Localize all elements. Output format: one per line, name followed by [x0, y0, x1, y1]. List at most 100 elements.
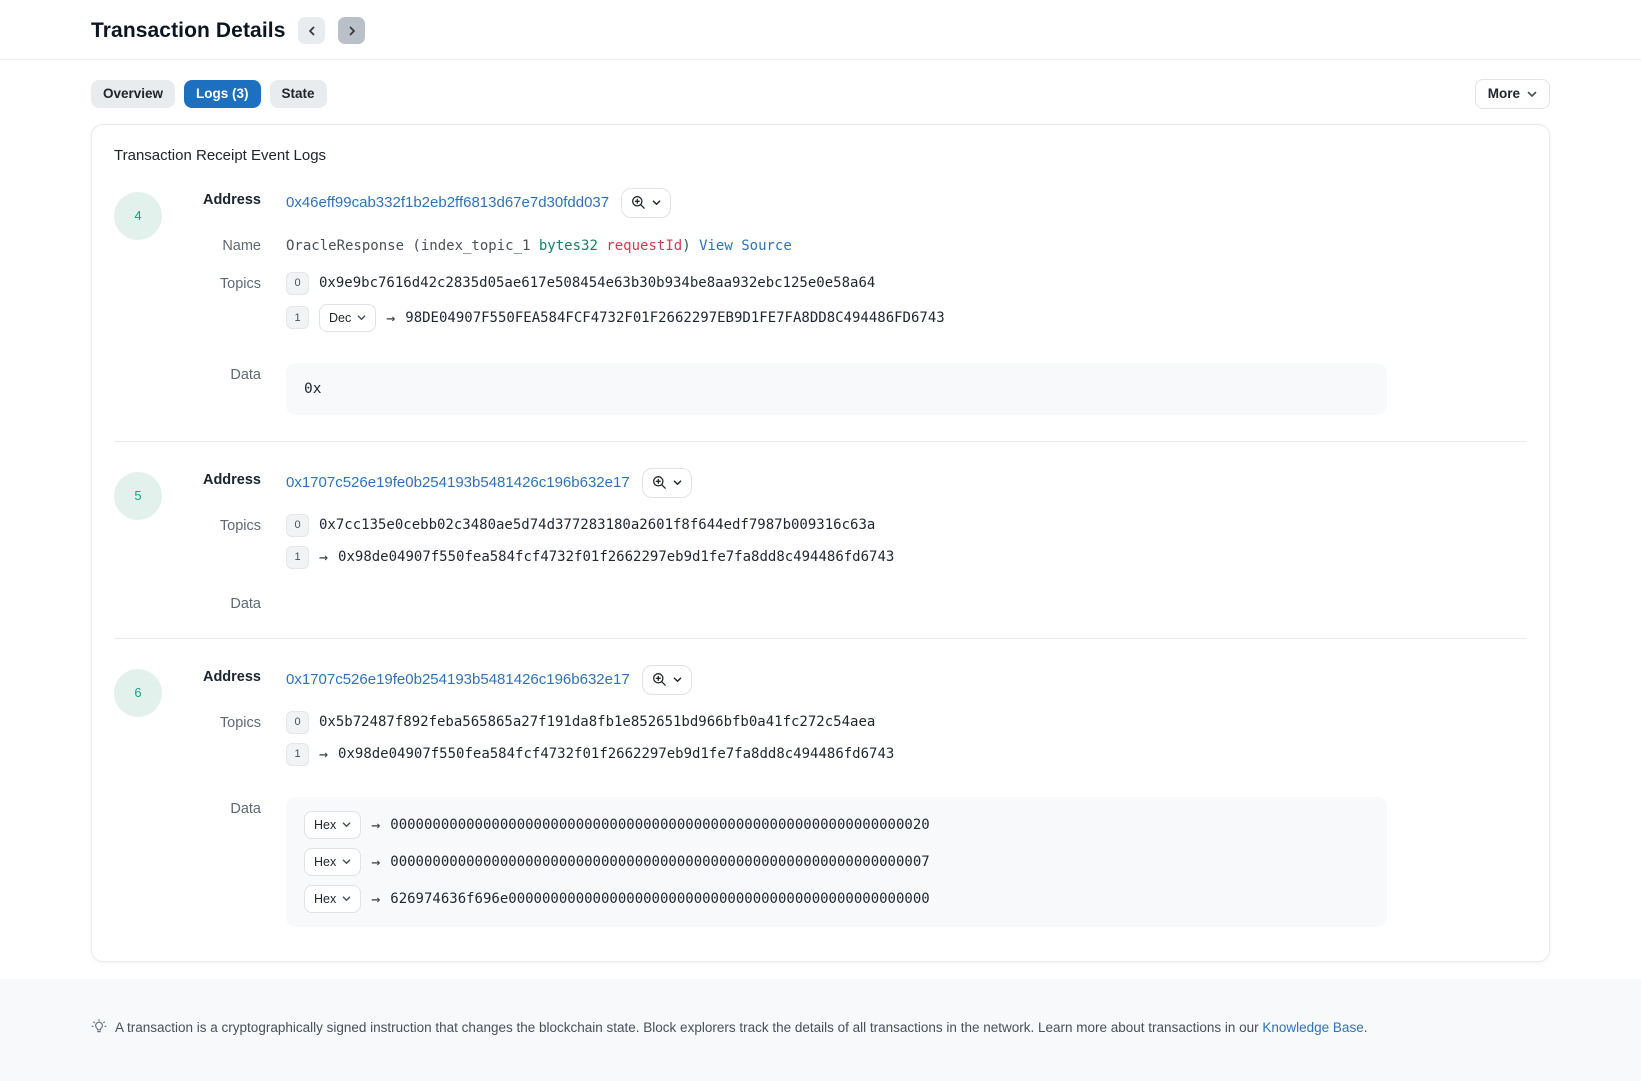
log-data-box: 0x	[286, 363, 1387, 415]
tab-logs[interactable]: Logs (3)	[184, 80, 261, 108]
address-zoom-button[interactable]	[642, 468, 692, 498]
topic-index-badge: 0	[286, 711, 309, 734]
topic-value: 0x98de04907f550fea584fcf4732f01f2662297e…	[338, 746, 894, 762]
view-source-link[interactable]: View Source	[699, 238, 792, 254]
topic-index-badge: 0	[286, 272, 309, 295]
topics-label: Topics	[180, 514, 261, 534]
data-word-row: Hex → 0000000000000000000000000000000000…	[304, 848, 1369, 876]
data-label: Data	[180, 592, 261, 612]
data-word-value: 626974636f696e00000000000000000000000000…	[390, 891, 929, 907]
arrow-right-icon: →	[319, 745, 328, 763]
log-index-badge: 6	[114, 669, 162, 717]
address-zoom-button[interactable]	[642, 665, 692, 695]
data-format-value: Hex	[314, 892, 336, 906]
data-word-row: Hex → 0000000000000000000000000000000000…	[304, 811, 1369, 839]
log-divider	[114, 441, 1527, 442]
tip-text-period: .	[1364, 1020, 1368, 1035]
log-entry-4: 4 Address 0x46eff99cab332f1b2eb2ff6813d6…	[114, 188, 1527, 415]
topic-row: 0 0x9e9bc7616d42c2835d05ae617e508454e63b…	[286, 272, 1527, 295]
event-signature-close: )	[682, 238, 690, 254]
topic-index-badge: 1	[286, 743, 309, 766]
log-index-badge: 5	[114, 472, 162, 520]
page-header: Transaction Details	[91, 0, 1550, 59]
data-format-value: Hex	[314, 855, 336, 869]
event-signature: OracleResponse (index_topic_1	[286, 238, 539, 254]
topic-row: 0 0x7cc135e0cebb02c3480ae5d74d377283180a…	[286, 514, 1527, 537]
magnifier-plus-icon	[631, 195, 646, 210]
data-label: Data	[180, 797, 261, 817]
name-label: Name	[180, 234, 261, 254]
tip-text: A transaction is a cryptographically sig…	[115, 1020, 1262, 1035]
footer-strip: A transaction is a cryptographically sig…	[0, 979, 1641, 1081]
event-logs-card: Transaction Receipt Event Logs 4 Address…	[91, 124, 1550, 962]
data-format-select[interactable]: Hex	[304, 885, 361, 913]
topic-value: 0x98de04907f550fea584fcf4732f01f2662297e…	[338, 549, 894, 565]
lightbulb-icon	[91, 1019, 107, 1035]
previous-transaction-button[interactable]	[298, 17, 325, 44]
tab-group: Overview Logs (3) State	[91, 80, 327, 108]
chevron-down-icon	[342, 857, 351, 866]
topic-index-badge: 1	[286, 546, 309, 569]
chevron-down-icon	[357, 313, 366, 322]
tab-overview[interactable]: Overview	[91, 80, 175, 108]
topic-row: 1 → 0x98de04907f550fea584fcf4732f01f2662…	[286, 743, 1527, 766]
tab-state[interactable]: State	[270, 80, 327, 108]
magnifier-plus-icon	[652, 475, 667, 490]
more-dropdown-button[interactable]: More	[1475, 79, 1550, 109]
topic-value: 98DE04907F550FEA584FCF4732F01F2662297EB9…	[405, 310, 944, 326]
card-heading: Transaction Receipt Event Logs	[114, 147, 1527, 164]
data-word-value: 0000000000000000000000000000000000000000…	[390, 817, 929, 833]
arrow-right-icon: →	[371, 816, 380, 834]
arrow-right-icon: →	[319, 548, 328, 566]
event-param-type: bytes32	[539, 238, 598, 254]
knowledge-base-link[interactable]: Knowledge Base	[1262, 1020, 1363, 1035]
topics-label: Topics	[180, 272, 261, 292]
log-entry-6: 6 Address 0x1707c526e19fe0b254193b548142…	[114, 665, 1527, 927]
topic-index-badge: 1	[286, 306, 309, 329]
address-link[interactable]: 0x1707c526e19fe0b254193b5481426c196b632e…	[286, 474, 630, 491]
data-format-value: Hex	[314, 818, 336, 832]
topic-value: 0x7cc135e0cebb02c3480ae5d74d377283180a26…	[319, 517, 875, 533]
chevron-down-icon	[342, 894, 351, 903]
arrow-right-icon: →	[386, 309, 395, 327]
log-divider	[114, 638, 1527, 639]
topic-value: 0x9e9bc7616d42c2835d05ae617e508454e63b30…	[319, 275, 875, 291]
data-format-select[interactable]: Hex	[304, 848, 361, 876]
log-index-badge: 4	[114, 192, 162, 240]
chevron-right-icon	[347, 26, 357, 36]
arrow-right-icon: →	[371, 853, 380, 871]
chevron-down-icon	[652, 198, 661, 207]
log-data-box: Hex → 0000000000000000000000000000000000…	[286, 797, 1387, 927]
address-link[interactable]: 0x1707c526e19fe0b254193b5481426c196b632e…	[286, 671, 630, 688]
event-param-name: requestId	[598, 238, 682, 254]
chevron-down-icon	[673, 478, 682, 487]
next-transaction-button[interactable]	[338, 17, 365, 44]
transaction-tip: A transaction is a cryptographically sig…	[0, 1018, 1641, 1038]
address-label: Address	[180, 188, 261, 208]
chevron-left-icon	[307, 26, 317, 36]
address-label: Address	[180, 665, 261, 685]
chevron-down-icon	[342, 820, 351, 829]
data-word-value: 0000000000000000000000000000000000000000…	[390, 854, 929, 870]
address-label: Address	[180, 468, 261, 488]
log-entry-5: 5 Address 0x1707c526e19fe0b254193b548142…	[114, 468, 1527, 612]
topics-label: Topics	[180, 711, 261, 731]
data-format-select[interactable]: Hex	[304, 811, 361, 839]
address-zoom-button[interactable]	[621, 188, 671, 218]
topic-format-select[interactable]: Dec	[319, 304, 376, 332]
data-label: Data	[180, 363, 261, 383]
chevron-down-icon	[673, 675, 682, 684]
address-link[interactable]: 0x46eff99cab332f1b2eb2ff6813d67e7d30fdd0…	[286, 194, 609, 211]
arrow-right-icon: →	[371, 890, 380, 908]
chevron-down-icon	[1527, 89, 1537, 99]
page-title: Transaction Details	[91, 19, 285, 43]
topic-value: 0x5b72487f892feba565865a27f191da8fb1e852…	[319, 714, 875, 730]
data-word-row: Hex → 626974636f696e00000000000000000000…	[304, 885, 1369, 913]
topic-format-value: Dec	[329, 311, 351, 325]
more-label: More	[1488, 87, 1520, 101]
topic-index-badge: 0	[286, 514, 309, 537]
topic-row: 0 0x5b72487f892feba565865a27f191da8fb1e8…	[286, 711, 1527, 734]
topic-row: 1 Dec → 98DE04907F550FEA584FCF4732F01F26…	[286, 304, 1527, 332]
tabs-row: Overview Logs (3) State More	[91, 79, 1550, 109]
topic-row: 1 → 0x98de04907f550fea584fcf4732f01f2662…	[286, 546, 1527, 569]
